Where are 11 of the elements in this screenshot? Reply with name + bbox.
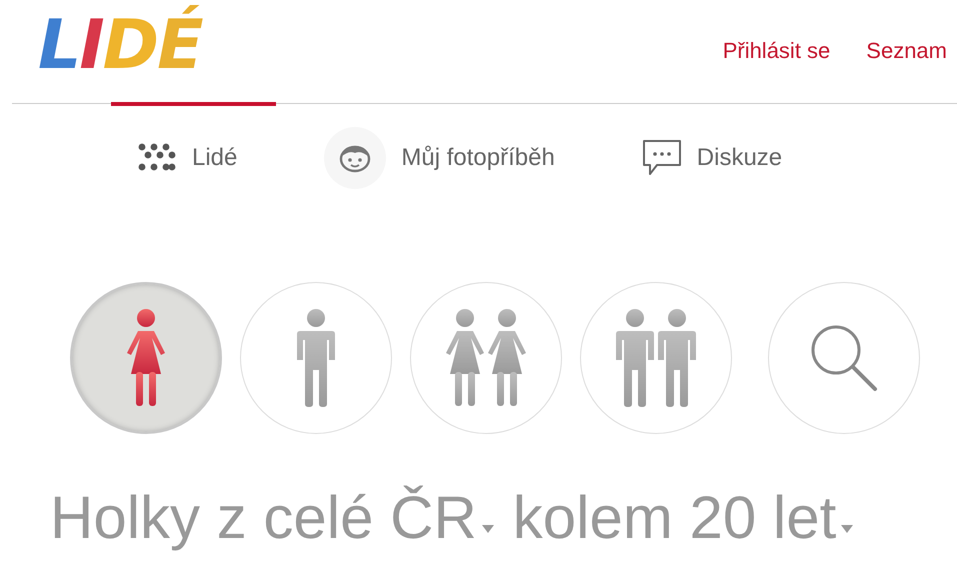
nav-link[interactable]: Lidé xyxy=(138,143,238,173)
caret-icon xyxy=(480,524,495,534)
nav-link[interactable]: Můj fotopříběh xyxy=(323,126,555,190)
nav-link[interactable]: Diskuze xyxy=(640,138,782,178)
logo[interactable]: LIDÉ xyxy=(38,4,202,88)
header-link[interactable]: Seznam xyxy=(866,38,947,64)
dots-icon xyxy=(138,143,178,173)
face-icon xyxy=(323,126,388,190)
header-link[interactable]: Přihlásit se xyxy=(722,38,830,64)
caret-icon xyxy=(840,524,854,534)
chat-icon xyxy=(640,138,683,178)
